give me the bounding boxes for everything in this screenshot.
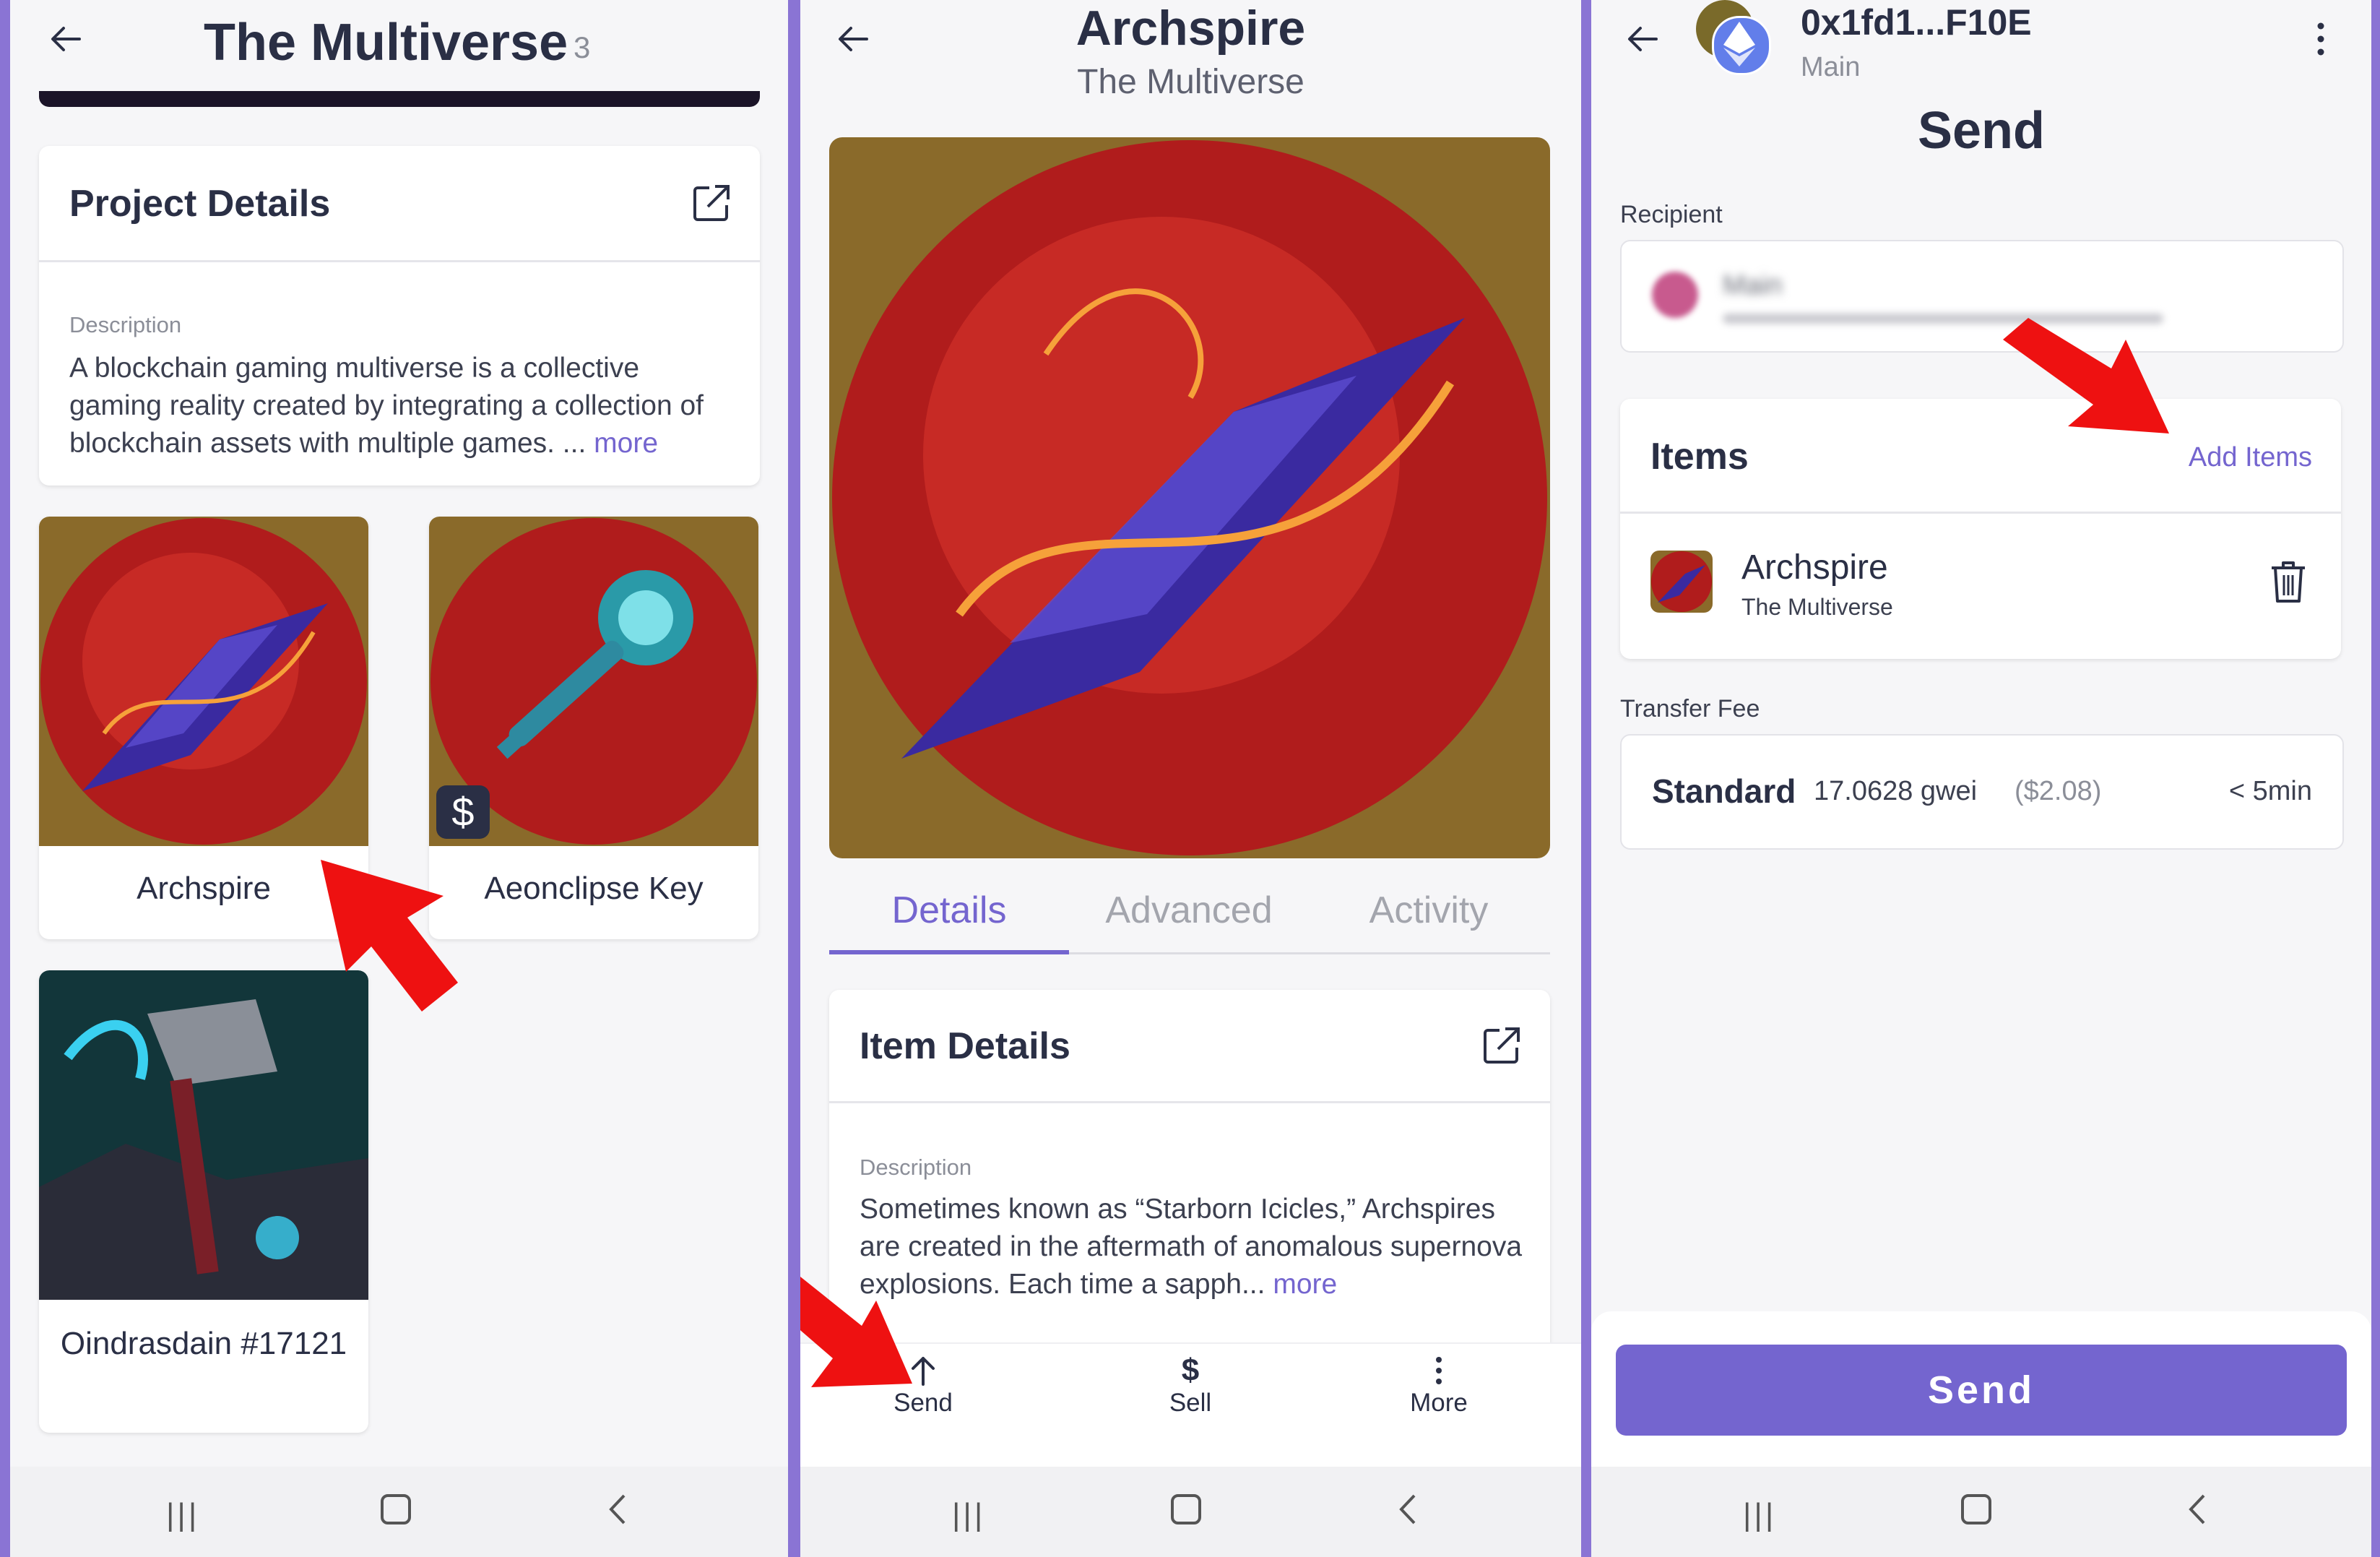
fee-gas: 17.0628 gwei	[1814, 776, 1978, 806]
items-heading: Items	[1650, 436, 1749, 478]
send-button[interactable]: Send	[1616, 1345, 2347, 1436]
tab-activity[interactable]: Activity	[1309, 889, 1549, 932]
selected-item-name: Archspire	[1741, 548, 1888, 587]
home-icon[interactable]	[381, 1494, 411, 1524]
description-text: A blockchain gaming multiverse is a coll…	[69, 353, 704, 459]
item-name: Aeonclipse Key	[484, 871, 704, 906]
selected-item-collection: The Multiverse	[1741, 594, 1893, 620]
item-details-heading: Item Details	[860, 1025, 1070, 1067]
send-footer: Send	[1591, 1311, 2371, 1470]
back-arrow-icon[interactable]	[45, 17, 88, 61]
description-label: Description	[69, 312, 182, 337]
system-back-icon[interactable]	[1394, 1491, 1423, 1527]
project-details-heading: Project Details	[69, 183, 331, 225]
divider	[39, 260, 760, 262]
item-count: 3	[574, 30, 591, 64]
archspire-thumbnail	[1650, 551, 1713, 613]
system-back-icon[interactable]	[2184, 1491, 2212, 1527]
more-link[interactable]: more	[1273, 1269, 1337, 1300]
overflow-menu-icon[interactable]	[2314, 20, 2328, 58]
item-tile-oindrasdain[interactable]: Oindrasdain #17121	[39, 970, 368, 1433]
external-link-icon[interactable]	[1481, 1025, 1523, 1066]
ethereum-icon	[1723, 22, 1755, 66]
fee-selector[interactable]: Standard 17.0628 gwei ($2.08) < 5min	[1620, 734, 2344, 850]
dots-vertical-icon	[1436, 1357, 1442, 1384]
tab-advanced[interactable]: Advanced	[1069, 889, 1309, 932]
item-title: Archspire	[1076, 1, 1306, 56]
description-text: Sometimes known as “Starborn Icicles,” A…	[860, 1194, 1523, 1300]
recipient-name: Main	[1723, 270, 1783, 301]
recent-apps-icon[interactable]: |||	[1743, 1497, 1776, 1533]
items-card: Items Add Items Archspire The Multiverse	[1620, 399, 2341, 659]
banner-image-edge	[39, 91, 760, 107]
recent-apps-icon[interactable]: |||	[952, 1497, 985, 1533]
fee-time: < 5min	[2228, 776, 2312, 806]
fee-usd: ($2.08)	[2015, 776, 2102, 806]
annotation-arrow	[2003, 318, 2169, 434]
recipient-label: Recipient	[1620, 201, 1723, 228]
send-action-label: Send	[893, 1389, 953, 1417]
for-sale-dollar-icon: $	[436, 785, 490, 839]
trash-icon[interactable]	[2269, 559, 2308, 604]
page-title: The Multiverse	[204, 14, 568, 72]
recipient-avatar	[1652, 272, 1698, 318]
page-title: Send	[1917, 102, 2046, 160]
description-label: Description	[860, 1155, 972, 1180]
add-items-link[interactable]: Add Items	[2189, 442, 2312, 473]
sell-action-label: Sell	[1169, 1389, 1212, 1417]
collection-subtitle: The Multiverse	[1077, 63, 1304, 101]
send-screen: 0x1fd1...F10E Main Send Recipient Main I…	[1591, 0, 2371, 1557]
item-hero-image	[829, 137, 1550, 858]
back-arrow-icon[interactable]	[1622, 17, 1665, 61]
system-nav-bar: |||	[10, 1467, 788, 1557]
account-avatar	[1696, 0, 1771, 75]
more-action-label: More	[1410, 1389, 1468, 1417]
item-detail-screen: Archspire The Multiverse Details Advance…	[800, 0, 1581, 1557]
more-action-button[interactable]: More	[1367, 1353, 1511, 1418]
tab-active-indicator	[829, 950, 1069, 954]
annotation-arrow	[321, 860, 458, 1012]
annotation-arrow	[800, 1277, 912, 1387]
system-back-icon[interactable]	[604, 1491, 633, 1527]
item-tile-aeonclipse-key[interactable]: $ Aeonclipse Key	[429, 517, 758, 939]
divider	[829, 1101, 1550, 1103]
archspire-thumbnail	[39, 517, 368, 846]
home-icon[interactable]	[1961, 1494, 1991, 1524]
recipient-field[interactable]: Main	[1620, 240, 2344, 353]
account-name: Main	[1801, 52, 1861, 82]
divider	[1620, 512, 2341, 514]
fee-tier: Standard	[1652, 772, 1796, 810]
item-name: Oindrasdain #17121	[60, 1326, 347, 1361]
wallet-address: 0x1fd1...F10E	[1801, 2, 2032, 43]
project-details-card: Project Details Description A blockchain…	[39, 146, 760, 486]
oindrasdain-thumbnail	[39, 970, 368, 1300]
more-link[interactable]: more	[594, 428, 658, 459]
system-nav-bar: |||	[800, 1467, 1581, 1557]
tab-details[interactable]: Details	[829, 889, 1069, 932]
collection-screen: The Multiverse 3 Project Details Descrip…	[10, 0, 788, 1557]
system-nav-bar: |||	[1591, 1467, 2371, 1557]
dollar-icon: $	[1181, 1353, 1200, 1388]
home-icon[interactable]	[1171, 1494, 1201, 1524]
external-link-icon[interactable]	[691, 182, 732, 224]
recent-apps-icon[interactable]: |||	[166, 1497, 199, 1533]
sell-action-button[interactable]: $ Sell	[1118, 1353, 1263, 1418]
transfer-fee-label: Transfer Fee	[1620, 695, 1760, 723]
